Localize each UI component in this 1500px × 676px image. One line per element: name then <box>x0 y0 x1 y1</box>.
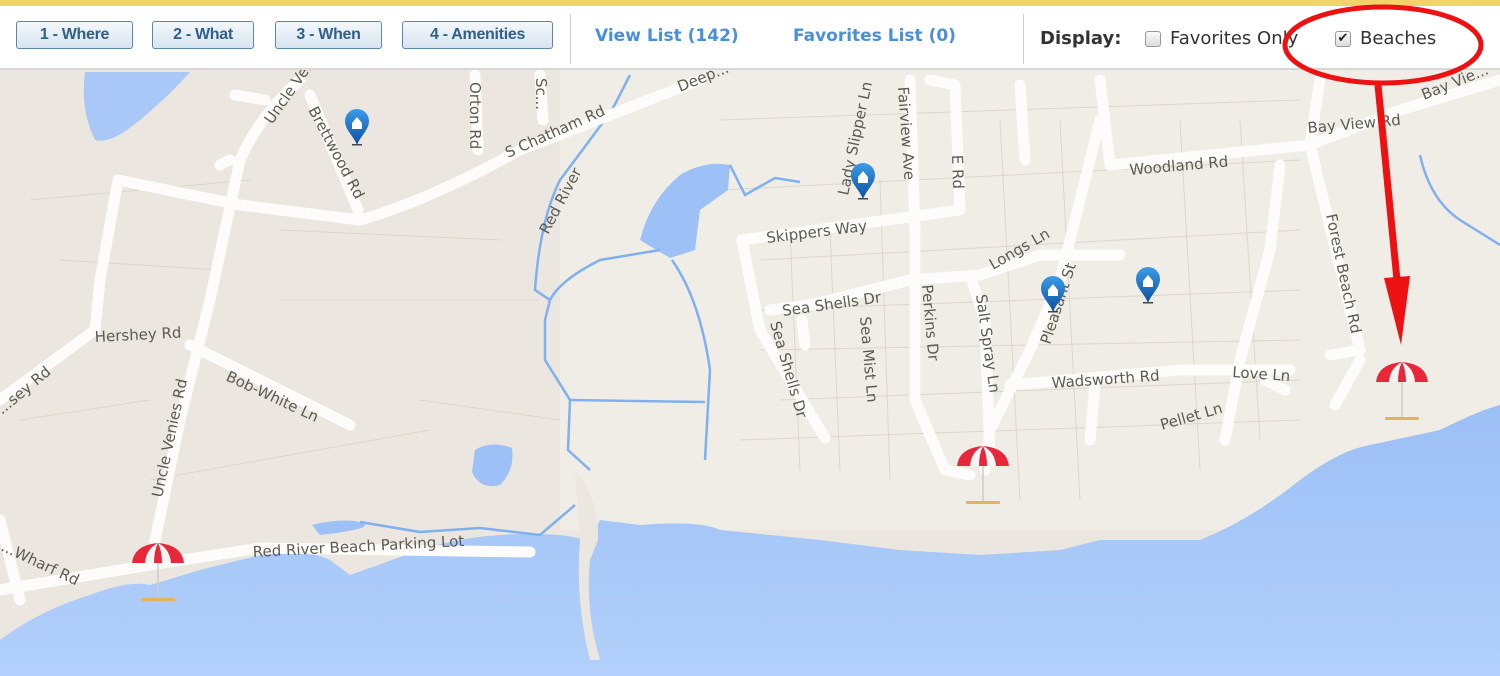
view-list-link[interactable]: View List (142) <box>595 26 739 46</box>
filter-toolbar: 1 - Where 2 - What 3 - When 4 - Amenitie… <box>0 0 1500 70</box>
favorites-list-link[interactable]: Favorites List (0) <box>793 26 956 46</box>
beaches-label[interactable]: Beaches <box>1360 28 1436 49</box>
beaches-checkbox[interactable]: ✔ <box>1335 31 1351 47</box>
favorites-only-checkbox[interactable] <box>1145 31 1161 47</box>
display-label: Display: <box>1040 28 1122 49</box>
toolbar-divider <box>570 14 571 64</box>
map[interactable]: Uncle Venies Rd Brettwood Rd Orton Rd S … <box>0 70 1500 676</box>
step-where-button[interactable]: 1 - Where <box>16 21 133 49</box>
step-what-button[interactable]: 2 - What <box>152 21 254 49</box>
road-label: E Rd <box>948 155 967 190</box>
step-amenities-button[interactable]: 4 - Amenities <box>402 21 553 49</box>
road-label: Orton Rd <box>466 82 484 149</box>
road-label: Sc... <box>532 78 550 110</box>
toolbar-divider <box>1023 14 1024 64</box>
step-when-button[interactable]: 3 - When <box>275 21 382 49</box>
favorites-only-label[interactable]: Favorites Only <box>1170 28 1298 49</box>
